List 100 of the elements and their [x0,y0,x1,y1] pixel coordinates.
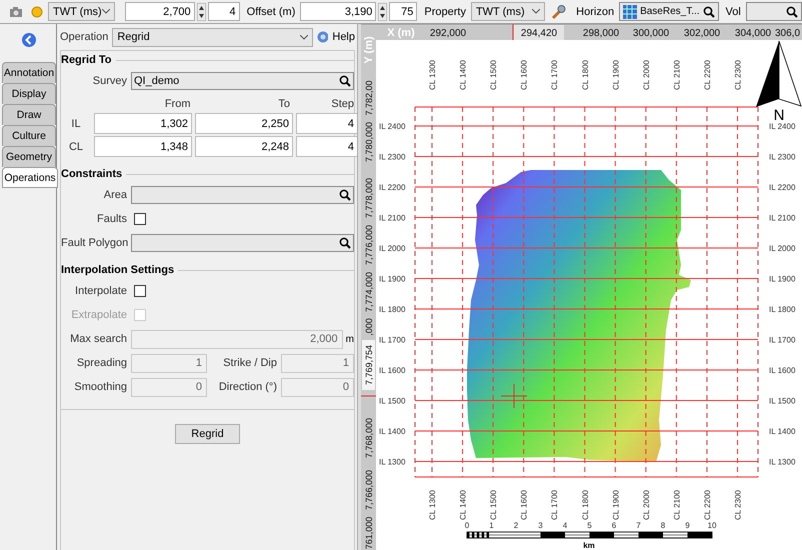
unit-label: m [346,334,354,344]
area-field[interactable] [131,186,354,204]
range-field[interactable]: 2,248 [195,136,293,157]
scale-label: 10 [708,521,716,530]
inline-label: IL 2100 [769,214,796,222]
inline-label: IL 1800 [769,305,796,314]
status-dot-icon [31,6,43,18]
vol-label: Vol [726,6,741,18]
spin-buttons[interactable] [378,2,388,20]
crossline-label: CL 2200 [702,490,712,520]
side-tab[interactable]: Draw [2,104,56,125]
inline-label: IL 1400 [379,427,406,436]
column-header: From [164,98,190,110]
range-field[interactable]: 2,250 [195,113,293,134]
inline-label: IL 1600 [769,366,796,375]
search-icon[interactable] [339,189,351,201]
inline-label: IL 1300 [769,458,796,466]
option-label: Extrapolate [70,309,127,321]
vol-field[interactable] [746,2,802,21]
back-icon[interactable] [21,32,37,48]
scale-label: 2 [514,521,518,530]
search-icon[interactable] [702,6,715,18]
range-field[interactable]: 1,348 [94,136,192,157]
search-icon[interactable] [339,75,351,87]
scale-unit: km [583,541,595,550]
axis-tick-label: 306,0 [775,28,800,39]
crossline-label: CL 1400 [458,490,468,520]
crossline-label: CL 2300 [734,60,742,90]
range-field[interactable]: 1,302 [94,113,192,134]
axis-tick-label: 300,000 [632,28,670,39]
crossline-label: CL 1800 [580,60,590,90]
inline-label: IL 2300 [769,152,796,162]
crossline-label: CL 2200 [702,60,712,90]
survey-field[interactable]: QI_demo [131,72,354,90]
value-field[interactable]: 2,700 [124,2,195,21]
cursor-x-readout: 294,420 [514,25,564,40]
side-tab[interactable]: Geometry [2,146,56,167]
scale-label: 0 [464,521,470,530]
crosshair-icon [500,384,528,408]
axis-tick-label: ,000 [364,318,374,336]
crossline-label: CL 2100 [672,490,682,520]
crossline-label: CL 1900 [611,60,620,90]
offset-step-field[interactable]: 75 [389,2,418,21]
crossline-label: CL 2000 [642,60,651,90]
scale-label: 6 [612,521,616,530]
north-label: N [774,107,784,124]
scale-label: 8 [660,521,666,530]
inline-label: IL 1400 [769,427,796,436]
inline-label: IL 1900 [769,274,796,284]
grid-icon [623,4,638,18]
inline-label: IL 1600 [379,366,406,375]
camera-icon[interactable] [9,6,23,18]
option-label: Interpolate [74,285,127,297]
axis-tick-label: 7,780,000 [364,122,374,162]
operation-dropdown[interactable]: Regrid [112,28,313,46]
scale-label: 7 [636,521,641,530]
regrid-button[interactable]: Regrid [175,424,240,444]
parameter-label: Smoothing [73,381,127,393]
wrench-icon[interactable] [550,4,566,20]
fault-polygon-field[interactable] [131,234,354,252]
crossline-label: CL 1300 [428,60,437,90]
side-tab[interactable]: Display [2,83,56,104]
domain-dropdown[interactable]: TWT (ms) [48,2,115,21]
scale-label: 4 [562,521,568,530]
offset-label: Offset (m) [246,6,296,18]
horizon-field[interactable]: BaseRes_T... [619,2,719,21]
axis-tick-label: 304,000 [734,28,772,39]
spin-buttons[interactable] [196,2,206,20]
scale-label: 3 [538,521,543,530]
help-link[interactable]: Help [332,31,355,43]
caret-icon [300,34,308,40]
range-field[interactable]: 4 [296,136,358,157]
inline-label: IL 2400 [769,122,796,131]
column-header: To [277,98,290,110]
range-field[interactable]: 4 [296,113,358,134]
inline-label: IL 2400 [379,122,406,131]
search-icon[interactable] [786,6,798,18]
property-dropdown[interactable]: TWT (ms) [470,2,546,21]
side-tab[interactable]: Annotation [2,62,56,83]
scale-label: 5 [587,521,592,530]
inline-label: IL 2100 [379,214,406,222]
step-field[interactable]: 4 [208,2,240,21]
inline-label: IL 2200 [379,183,406,192]
axis-tick-label: 761,000 [364,516,374,550]
offset-field[interactable]: 3,190 [300,2,376,21]
crossline-label: CL 2000 [642,490,651,520]
side-tab[interactable]: Operations [2,167,58,188]
side-tab[interactable]: Culture [2,125,56,146]
crossline-label: CL 1500 [489,60,498,90]
axis-tick-label: 7,774,000 [364,272,374,312]
option-checkbox[interactable] [134,285,146,297]
crossline-label: CL 2300 [734,490,742,520]
axis-tick-label: 7,768,000 [364,418,374,458]
inline-label: IL 2000 [769,244,796,253]
search-icon[interactable] [339,237,351,249]
help-icon[interactable] [316,31,328,43]
inline-label: IL 2200 [769,183,796,192]
faults-checkbox[interactable] [134,213,146,225]
property-label: Property [424,6,466,18]
crossline-label: CL 1800 [580,490,590,520]
